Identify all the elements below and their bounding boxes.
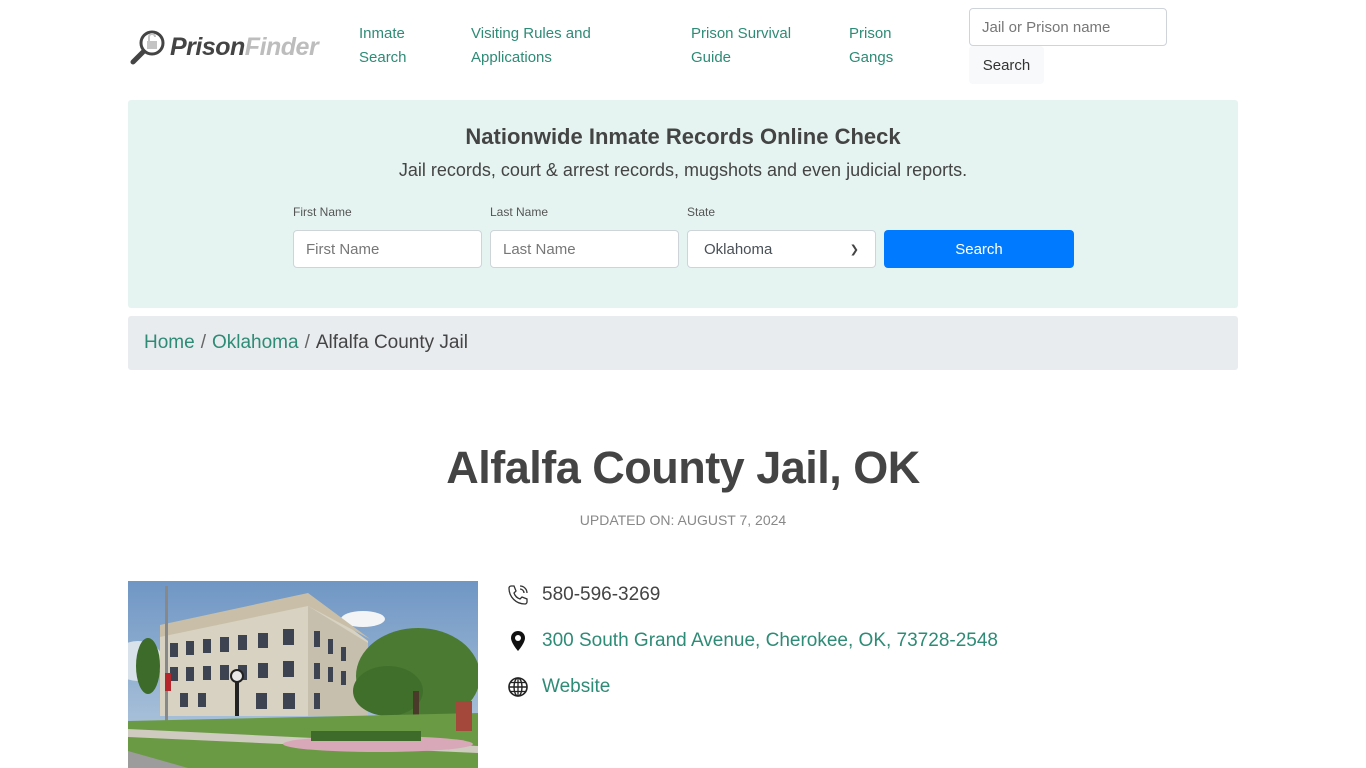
address-row: 300 South Grand Avenue, Cherokee, OK, 73… [506, 629, 998, 653]
state-label: State [687, 205, 716, 219]
nav-prison-gangs[interactable]: Prison Gangs [849, 22, 919, 70]
nav-visiting-rules[interactable]: Visiting Rules and Applications [471, 22, 631, 70]
first-name-label: First Name [293, 205, 352, 219]
first-name-field[interactable] [293, 230, 482, 268]
logo-text: PrisonFinder [170, 32, 319, 61]
breadcrumb-home[interactable]: Home [144, 332, 195, 354]
state-selected-value: Oklahoma [704, 240, 773, 258]
magnifier-lock-icon [130, 30, 165, 65]
hero-title: Nationwide Inmate Records Online Check [465, 124, 901, 149]
breadcrumb-separator: / [304, 332, 310, 353]
state-select[interactable]: Oklahoma ❯ [687, 230, 876, 268]
nav-prison-survival-guide[interactable]: Prison Survival Guide [691, 22, 821, 70]
phone-number: 580-596-3269 [542, 584, 661, 605]
inmate-records-search-panel: Nationwide Inmate Records Online Check J… [128, 100, 1238, 308]
breadcrumb: Home / Oklahoma / Alfalfa County Jail [128, 316, 1238, 370]
facility-photo [128, 581, 478, 768]
jail-search-button[interactable]: Search [969, 46, 1044, 84]
last-name-label: Last Name [490, 205, 549, 219]
website-row: Website [506, 675, 610, 699]
last-name-field[interactable] [490, 230, 679, 268]
page-title: Alfalfa County Jail, OK [446, 442, 920, 493]
phone-row: 580-596-3269 [506, 583, 660, 607]
breadcrumb-separator: / [200, 332, 206, 353]
breadcrumb-oklahoma[interactable]: Oklahoma [212, 332, 299, 354]
records-search-button[interactable]: Search [884, 230, 1074, 268]
hero-subtitle: Jail records, court & arrest records, mu… [398, 160, 968, 180]
map-pin-icon [511, 631, 525, 651]
address-link[interactable]: 300 South Grand Avenue, Cherokee, OK, 73… [542, 630, 998, 652]
jail-search-input[interactable] [969, 8, 1167, 46]
nav-inmate-search[interactable]: Inmate Search [359, 22, 439, 70]
phone-icon [508, 585, 528, 605]
breadcrumb-current: Alfalfa County Jail [315, 332, 468, 353]
chevron-down-icon: ❯ [849, 243, 859, 256]
site-logo[interactable]: PrisonFinder [128, 26, 319, 68]
website-link[interactable]: Website [542, 676, 610, 698]
globe-icon [508, 677, 528, 697]
updated-date: UPDATED ON: AUGUST 7, 2024 [579, 512, 787, 528]
